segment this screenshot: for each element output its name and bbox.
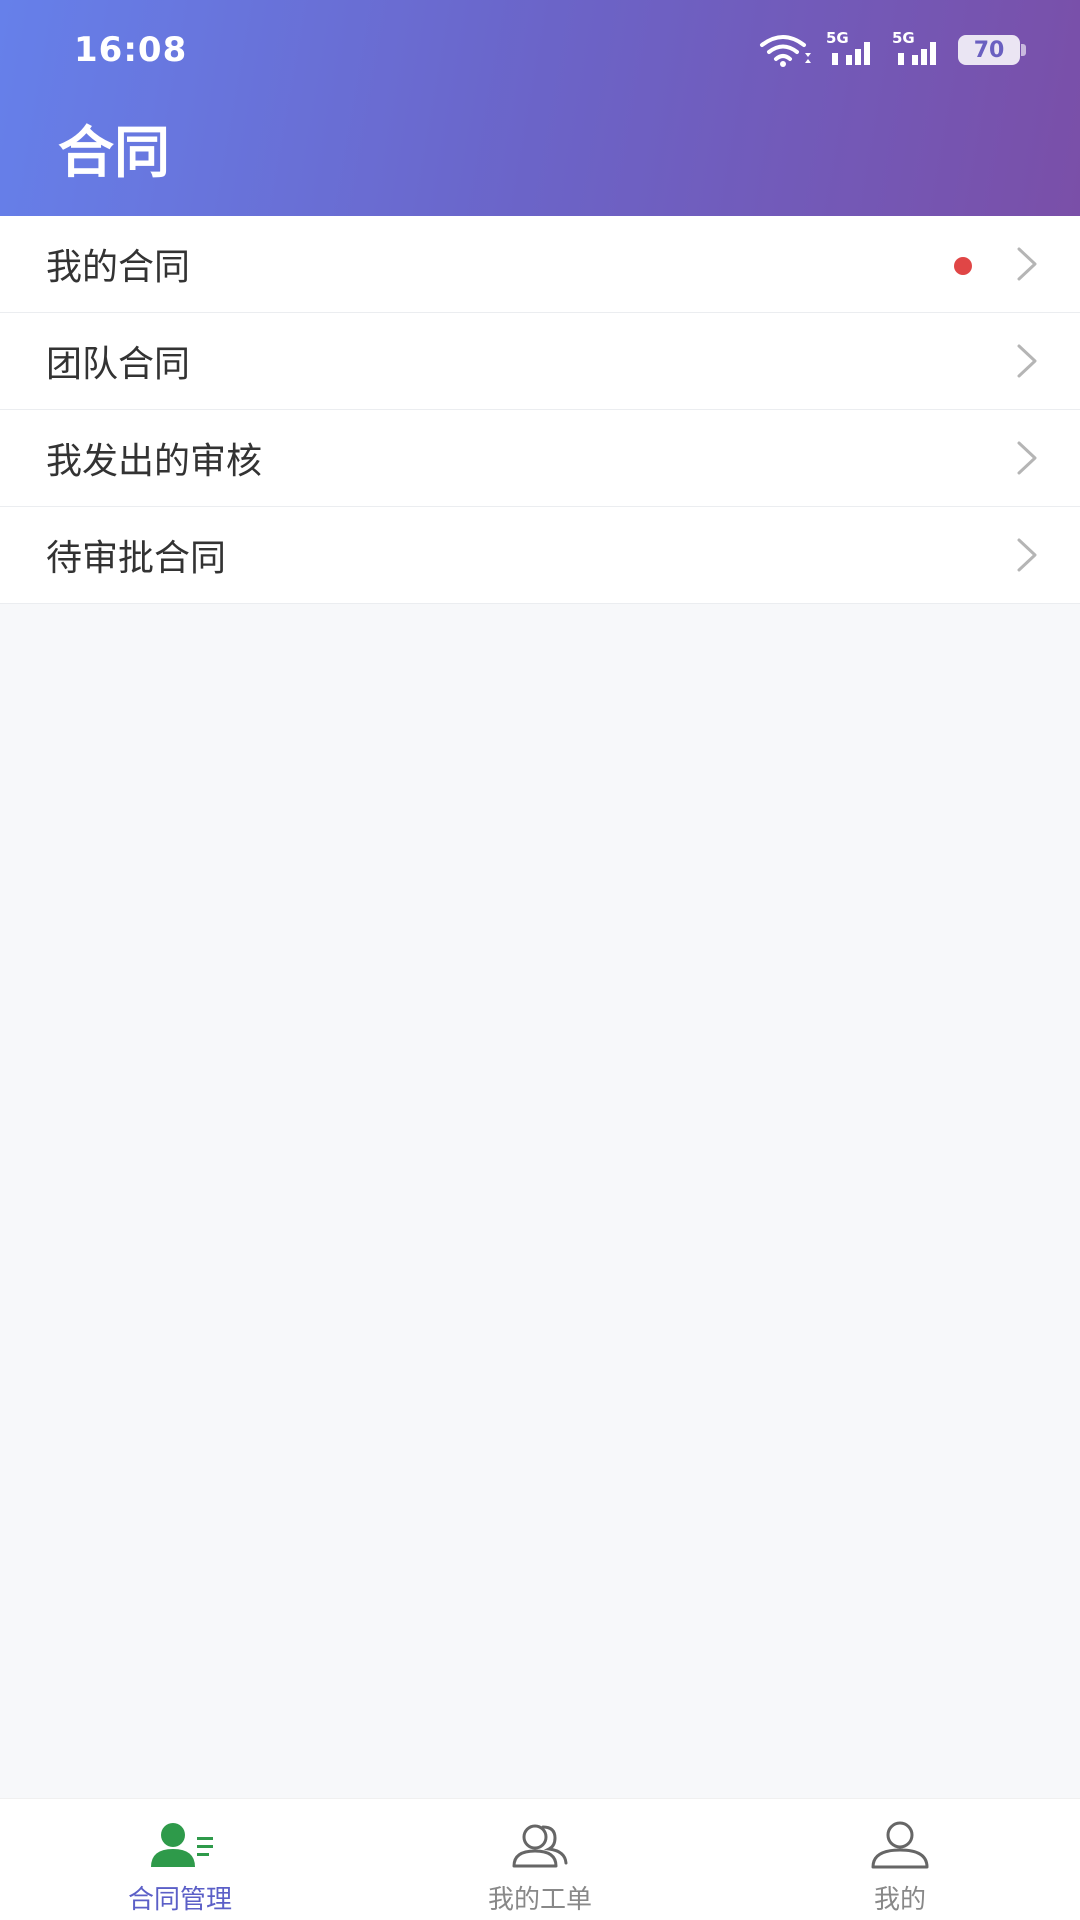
tab-contract-management[interactable]: 合同管理 [0,1799,360,1920]
contract-manage-icon [145,1817,215,1873]
menu-item-label: 待审批合同 [46,538,227,579]
tab-label: 我的 [873,1885,926,1915]
header: 16:08 5G 5G 70 合同 [0,0,1080,216]
work-order-icon [509,1817,571,1873]
menu-item-label: 我发出的审核 [46,441,263,482]
network-label-2: 5G [892,29,915,47]
battery-icon: 70 [958,35,1026,65]
chevron-right-icon [1017,441,1037,475]
status-icons: 5G 5G 70 [758,29,1026,70]
menu-item-label: 团队合同 [46,344,191,385]
menu-item-my-submitted-reviews[interactable]: 我发出的审核 [0,410,1080,507]
tab-bar: 合同管理 我的工单 我的 [0,1798,1080,1920]
signal-icon-2: 5G [892,29,944,67]
network-label: 5G [826,29,849,47]
status-bar: 16:08 5G 5G 70 [0,0,1080,96]
tab-label: 我的工单 [487,1885,592,1915]
tab-my-work-orders[interactable]: 我的工单 [360,1799,720,1920]
menu-item-label: 我的合同 [46,247,191,288]
page-title: 合同 [58,121,170,186]
screen: 16:08 5G 5G 70 合同 我的合同 团队合同 我发出的审核 待审批合同… [0,0,1080,1920]
tab-profile[interactable]: 我的 [720,1799,1080,1920]
status-time: 16:08 [74,30,188,70]
menu-item-team-contracts[interactable]: 团队合同 [0,313,1080,410]
chevron-right-icon [1017,344,1037,378]
chevron-right-icon [1017,247,1037,281]
chevron-right-icon [1017,538,1037,572]
notification-dot [954,257,972,275]
signal-icon: 5G [826,29,878,67]
profile-icon [869,1817,931,1873]
tab-label: 合同管理 [127,1885,232,1915]
menu-item-my-contracts[interactable]: 我的合同 [0,216,1080,313]
battery-level: 70 [973,37,1005,63]
menu-list: 我的合同 团队合同 我发出的审核 待审批合同 [0,216,1080,604]
wifi-icon [758,33,812,67]
menu-item-pending-approval[interactable]: 待审批合同 [0,507,1080,604]
